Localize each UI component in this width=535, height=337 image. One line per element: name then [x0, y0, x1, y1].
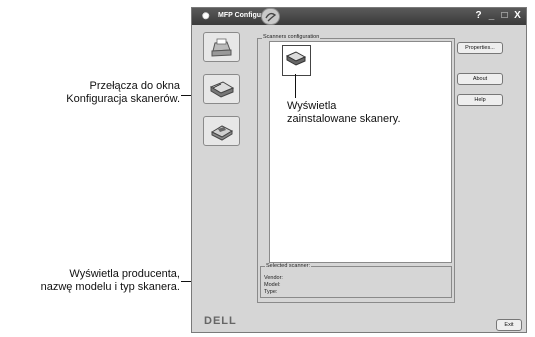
annotation-switch: Przełącza do okna Konfiguracja skanerów. [42, 80, 180, 106]
scanner-icon [286, 51, 306, 66]
dell-logo: DELL [204, 315, 237, 327]
port-icon [210, 125, 234, 141]
title-bar: ✺ MFP Configurator ? _ □ X [192, 8, 526, 25]
annotation-installed-line2: zainstalowane skanery. [287, 113, 401, 125]
about-button[interactable]: About [457, 73, 503, 85]
scanner-list-item[interactable] [282, 45, 311, 76]
scanner-list[interactable]: Wyświetla zainstalowane skanery. [269, 41, 452, 263]
sidebar-item-printer[interactable] [203, 32, 240, 62]
sidebar-item-scanner[interactable] [203, 74, 240, 104]
properties-button[interactable]: Properties... [457, 42, 503, 54]
annotation-switch-line2: Konfiguracja skanerów. [66, 93, 180, 105]
window-controls: ? _ □ X [474, 10, 522, 21]
exit-button[interactable]: Exit [496, 319, 522, 331]
sidebar-item-port[interactable] [203, 116, 240, 146]
help-window-button[interactable]: ? [474, 10, 483, 21]
annotation-installed-line [295, 74, 296, 98]
mfp-configurator-window: ✺ MFP Configurator ? _ □ X Scanners conf… [191, 7, 527, 333]
printer-icon [211, 38, 232, 57]
maximize-button[interactable]: □ [500, 10, 509, 21]
scanners-configuration-label: Scanners configuration [262, 34, 321, 40]
type-label: Type: [264, 289, 278, 295]
annotation-vendor: Wyświetla producenta, nazwę modelu i typ… [4, 268, 180, 294]
scanner-icon [209, 81, 235, 98]
selected-scanner-group [260, 266, 452, 298]
vendor-label: Vendor: [264, 275, 283, 281]
app-icon: ✺ [202, 11, 210, 21]
swirl-logo-icon [261, 8, 280, 25]
annotation-vendor-line1: Wyświetla producenta, [69, 268, 180, 280]
selected-scanner-label: Selected scanner: [265, 263, 312, 269]
close-button[interactable]: X [513, 10, 522, 21]
annotation-switch-line1: Przełącza do okna [89, 80, 181, 92]
help-button[interactable]: Help [457, 94, 503, 106]
annotation-installed: Wyświetla zainstalowane skanery. [287, 100, 452, 126]
minimize-button[interactable]: _ [487, 10, 496, 21]
model-label: Model: [264, 282, 281, 288]
annotation-vendor-line2: nazwę modelu i typ skanera. [40, 281, 180, 293]
annotation-installed-line1: Wyświetla [287, 100, 337, 112]
